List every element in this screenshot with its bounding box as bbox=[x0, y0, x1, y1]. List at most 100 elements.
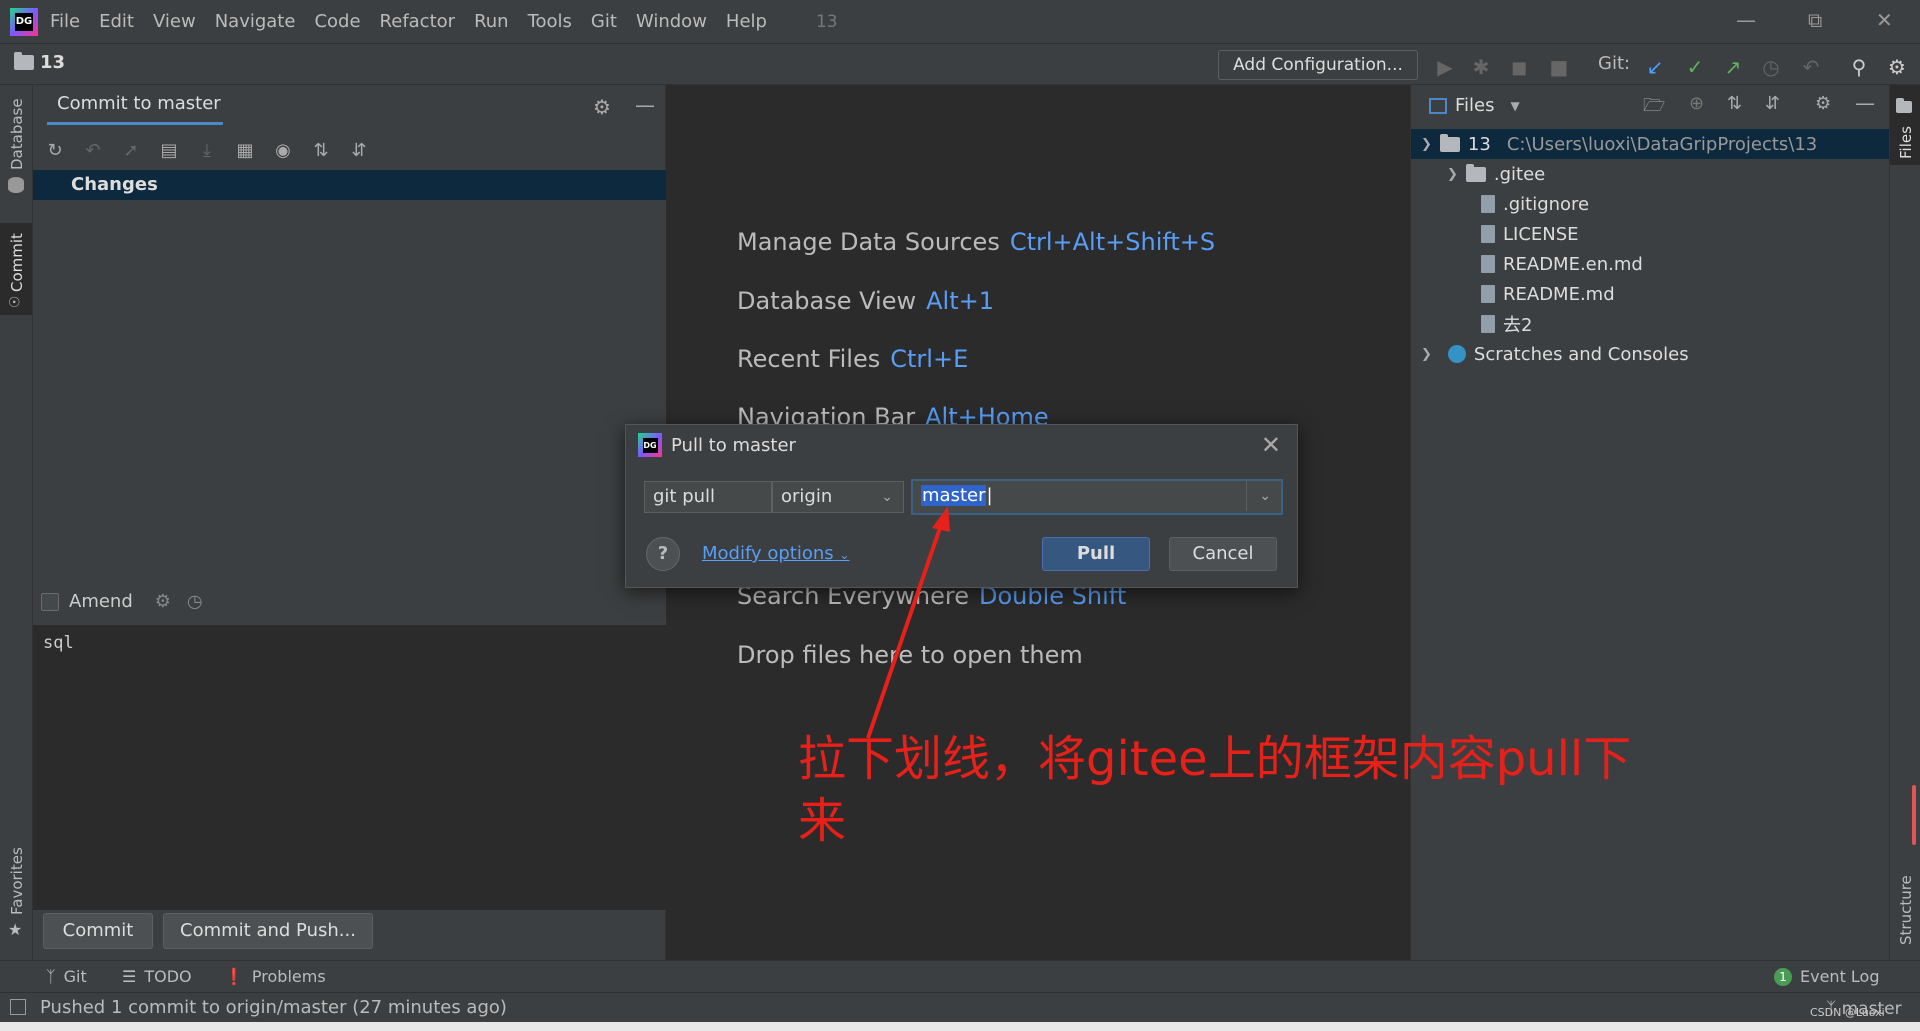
commit-icon: ☉ bbox=[8, 295, 21, 311]
taskbar-edge bbox=[0, 1022, 1920, 1031]
tree-item-qu2[interactable]: 去2 bbox=[1481, 310, 1532, 338]
expand-all-icon[interactable]: ⇅ bbox=[309, 139, 333, 163]
panel-hide-icon[interactable]: — bbox=[635, 93, 655, 117]
amend-checkbox[interactable] bbox=[41, 592, 59, 611]
pull-button[interactable]: Pull bbox=[1042, 537, 1150, 571]
commit-button[interactable]: Commit bbox=[43, 913, 153, 949]
left-tool-strip: Database Commit ☉ Favorites ★ bbox=[0, 85, 33, 960]
remote-select[interactable]: origin ⌄ bbox=[772, 481, 904, 513]
expand-chevron-icon[interactable]: ❯ bbox=[1421, 137, 1432, 152]
commit-tool-tab[interactable]: Commit bbox=[8, 233, 26, 292]
expand-chevron-icon[interactable]: ❯ bbox=[1421, 347, 1432, 362]
git-tool-button[interactable]: ᛉ Git bbox=[46, 967, 87, 986]
project-breadcrumb[interactable]: 13 bbox=[14, 52, 65, 73]
menu-run[interactable]: Run bbox=[474, 11, 509, 32]
dialog-close-icon[interactable]: ✕ bbox=[1261, 431, 1281, 459]
menu-tools[interactable]: Tools bbox=[528, 11, 572, 32]
files-tool-tab[interactable]: Files bbox=[1897, 126, 1915, 159]
tree-item-gitignore[interactable]: .gitignore bbox=[1481, 190, 1589, 218]
database-tool-tab[interactable]: Database bbox=[8, 98, 26, 170]
window-title: 13 bbox=[815, 11, 838, 32]
event-log-button[interactable]: 1 Event Log bbox=[1774, 967, 1880, 986]
menu-navigate[interactable]: Navigate bbox=[215, 11, 296, 32]
coverage-icon[interactable]: ◼ bbox=[1508, 56, 1530, 78]
amend-label: Amend bbox=[69, 591, 133, 612]
status-toggle-icon[interactable] bbox=[10, 999, 26, 1015]
tree-scratches[interactable]: ❯ Scratches and Consoles bbox=[1421, 340, 1689, 368]
minimize-icon[interactable]: — bbox=[1736, 8, 1756, 32]
menu-view[interactable]: View bbox=[153, 11, 196, 32]
search-icon[interactable]: ⚲ bbox=[1848, 56, 1870, 78]
tree-item-readme-en[interactable]: README.en.md bbox=[1481, 250, 1643, 278]
chevron-down-icon[interactable]: ▼ bbox=[1511, 99, 1520, 113]
problems-tool-button[interactable]: ❗ Problems bbox=[224, 967, 326, 986]
tree-item-readme[interactable]: README.md bbox=[1481, 280, 1615, 308]
git-push-icon[interactable]: ↗ bbox=[1722, 56, 1744, 78]
commit-tab-title[interactable]: Commit to master bbox=[47, 93, 223, 125]
tree-item-gitee[interactable]: ❯ .gitee bbox=[1447, 160, 1545, 188]
menu-edit[interactable]: Edit bbox=[99, 11, 134, 32]
right-tool-strip: Files Structure bbox=[1889, 85, 1920, 960]
changelist-icon[interactable]: ➚ bbox=[119, 139, 143, 163]
collapse-all-icon[interactable]: ⇵ bbox=[347, 139, 371, 163]
favorites-tool-tab[interactable]: Favorites bbox=[8, 847, 26, 915]
files-settings-icon[interactable]: ⚙ bbox=[1815, 93, 1831, 114]
close-window-icon[interactable]: ✕ bbox=[1876, 8, 1893, 32]
files-header-label: Files bbox=[1455, 95, 1495, 116]
folder-icon bbox=[1465, 163, 1486, 182]
cancel-button[interactable]: Cancel bbox=[1169, 537, 1277, 571]
project-name: 13 bbox=[40, 52, 66, 73]
star-icon: ★ bbox=[8, 920, 23, 939]
git-update-icon[interactable]: ↙ bbox=[1644, 56, 1666, 78]
settings-icon[interactable]: ⚙ bbox=[1886, 56, 1908, 78]
panel-settings-icon[interactable]: ⚙ bbox=[593, 95, 611, 119]
changes-node[interactable]: Changes bbox=[33, 170, 666, 200]
rollback-icon[interactable]: ↶ bbox=[81, 139, 105, 163]
expand-chevron-icon[interactable]: ❯ bbox=[1447, 167, 1458, 182]
group-by-icon[interactable]: ▦ bbox=[233, 139, 257, 163]
git-rollback-icon[interactable]: ↶ bbox=[1800, 56, 1822, 78]
commit-options-gear-icon[interactable]: ⚙ bbox=[155, 591, 171, 612]
todo-list-icon: ☰ bbox=[122, 967, 137, 986]
menu-window[interactable]: Window bbox=[636, 11, 707, 32]
refresh-icon[interactable]: ↻ bbox=[43, 139, 67, 163]
files-hide-icon[interactable]: — bbox=[1855, 91, 1875, 115]
eye-icon[interactable]: ◉ bbox=[271, 139, 295, 163]
git-history-icon[interactable]: ◷ bbox=[1760, 56, 1782, 78]
structure-tool-tab[interactable]: Structure bbox=[1897, 875, 1915, 945]
branch-select[interactable]: master| ⌄ bbox=[911, 479, 1283, 515]
menu-code[interactable]: Code bbox=[314, 11, 360, 32]
commit-and-push-button[interactable]: Commit and Push... bbox=[163, 913, 373, 949]
open-folder-icon[interactable]: 🗁 bbox=[1643, 93, 1665, 123]
menu-file[interactable]: File bbox=[50, 11, 80, 32]
changes-label: Changes bbox=[71, 174, 158, 195]
status-bar: Pushed 1 commit to origin/master (27 min… bbox=[0, 992, 1920, 1022]
hint-manage-data-sources: Manage Data Sources Ctrl+Alt+Shift+S bbox=[737, 228, 1216, 256]
tree-item-license[interactable]: LICENSE bbox=[1481, 220, 1579, 248]
diff-icon[interactable]: ▤ bbox=[157, 139, 181, 163]
files-header[interactable]: Files ▼ bbox=[1429, 95, 1520, 116]
chevron-down-icon[interactable]: ⌄ bbox=[1246, 481, 1271, 511]
todo-tool-button[interactable]: ☰ TODO bbox=[122, 967, 192, 986]
menu-help[interactable]: Help bbox=[726, 11, 767, 32]
modify-options-link[interactable]: Modify options ⌄ bbox=[702, 543, 849, 564]
commit-message-editor[interactable]: sql bbox=[33, 625, 666, 910]
watermark: CSDN @Luoxi bbox=[1810, 1006, 1885, 1019]
menu-refactor[interactable]: Refactor bbox=[380, 11, 456, 32]
collapse-all-files-icon[interactable]: ⇵ bbox=[1765, 93, 1780, 114]
restore-icon[interactable]: ⧉ bbox=[1808, 8, 1822, 32]
expand-all-files-icon[interactable]: ⇅ bbox=[1727, 93, 1742, 114]
git-commit-icon[interactable]: ✓ bbox=[1684, 56, 1706, 78]
chevron-down-icon[interactable]: ⌄ bbox=[881, 482, 893, 512]
pull-dialog: DG Pull to master ✕ git pull origin ⌄ ma… bbox=[625, 424, 1298, 588]
tree-root[interactable]: ❯ 13 C:\Users\luoxi\DataGripProjects\13 bbox=[1421, 130, 1817, 158]
debug-icon[interactable]: ✱ bbox=[1470, 56, 1492, 78]
stop-icon[interactable]: ■ bbox=[1548, 56, 1570, 78]
run-icon[interactable]: ▶ bbox=[1434, 56, 1456, 78]
add-configuration-button[interactable]: Add Configuration... bbox=[1218, 50, 1418, 80]
help-button[interactable]: ? bbox=[646, 537, 680, 571]
commit-history-clock-icon[interactable]: ◷ bbox=[187, 591, 203, 612]
shelve-icon[interactable]: ⤓ bbox=[195, 139, 219, 163]
menu-git[interactable]: Git bbox=[591, 11, 617, 32]
locate-icon[interactable]: ⊕ bbox=[1689, 93, 1704, 114]
